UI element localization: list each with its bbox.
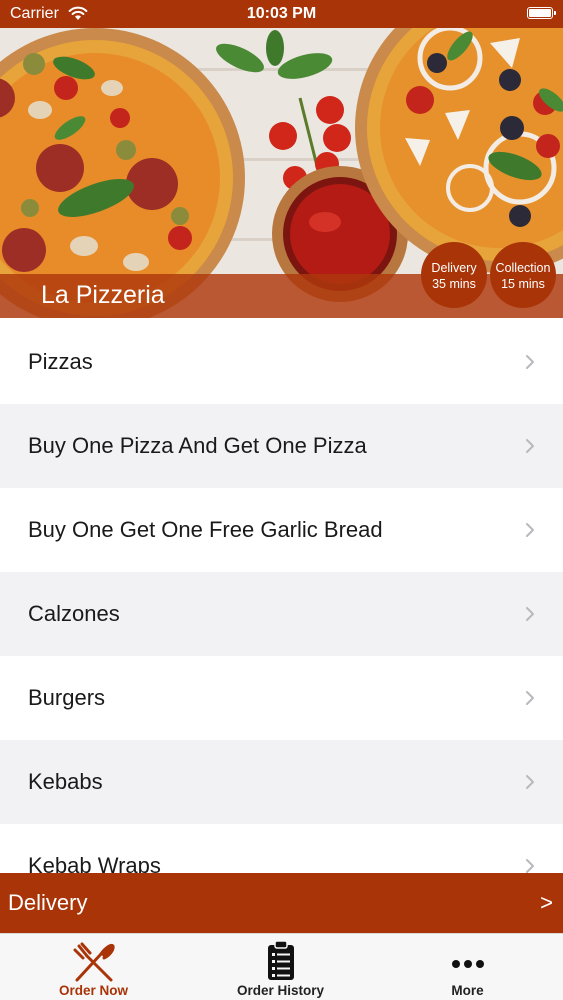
restaurant-name: La Pizzeria — [41, 281, 165, 309]
delivery-time-badge: Delivery 35 mins — [421, 242, 487, 308]
chevron-right-icon — [526, 775, 534, 789]
category-label: Burgers — [28, 685, 106, 710]
collection-badge-time: 15 mins — [501, 277, 545, 291]
category-label: Kebabs — [28, 769, 103, 794]
more-dots-icon — [451, 960, 484, 968]
chevron-right-icon — [526, 523, 534, 537]
category-label: Buy One Get One Free Garlic Bread — [28, 517, 383, 542]
chevron-right-icon — [526, 355, 534, 369]
collection-time-badge: Collection 15 mins — [490, 242, 556, 308]
category-row-calzones[interactable]: Calzones — [0, 572, 563, 656]
category-row-pizzas[interactable]: Pizzas — [0, 320, 563, 404]
tab-bar: Order Now Order History More — [0, 933, 563, 1000]
chevron-right-icon — [526, 691, 534, 705]
category-label: Buy One Pizza And Get One Pizza — [28, 433, 367, 458]
category-label: Calzones — [28, 601, 120, 626]
delivery-mode-bar[interactable]: Delivery > — [0, 873, 563, 933]
collection-badge-label: Collection — [495, 261, 551, 275]
tab-order-now[interactable]: Order Now — [0, 934, 187, 1000]
hero-image: La Pizzeria Delivery 35 mins Collection … — [0, 28, 563, 318]
chevron-right-icon — [526, 439, 534, 453]
category-label: Pizzas — [28, 349, 93, 374]
fork-knife-icon — [73, 942, 115, 982]
category-row-garlic-bread[interactable]: Buy One Get One Free Garlic Bread — [0, 488, 563, 572]
tab-more-label: More — [451, 983, 484, 998]
delivery-badge-time: 35 mins — [432, 277, 476, 291]
status-bar: Carrier 10:03 PM — [0, 0, 563, 28]
tab-order-now-label: Order Now — [58, 983, 128, 998]
category-list: Pizzas Buy One Pizza And Get One Pizza B… — [0, 320, 563, 873]
chevron-right-icon — [526, 607, 534, 621]
delivery-mode-label: Delivery — [8, 890, 88, 915]
clipboard-list-icon — [267, 940, 294, 980]
status-time: 10:03 PM — [246, 5, 317, 22]
delivery-badge-label: Delivery — [431, 261, 477, 275]
tab-order-history[interactable]: Order History — [187, 934, 374, 1000]
category-row-kebabs[interactable]: Kebabs — [0, 740, 563, 824]
category-row-kebab-wraps[interactable]: Kebab Wraps — [0, 824, 563, 873]
category-row-buy-one-pizza[interactable]: Buy One Pizza And Get One Pizza — [0, 404, 563, 488]
tab-more[interactable]: More — [374, 934, 561, 1000]
category-label: Kebab Wraps — [28, 853, 161, 873]
battery-icon — [527, 7, 556, 19]
delivery-arrow-icon: > — [540, 890, 553, 915]
category-row-burgers[interactable]: Burgers — [0, 656, 563, 740]
tab-order-history-label: Order History — [236, 983, 325, 998]
app-screen: Carrier 10:03 PM La Pizzeria Delivery 35… — [0, 0, 563, 1000]
chevron-right-icon — [526, 859, 534, 873]
